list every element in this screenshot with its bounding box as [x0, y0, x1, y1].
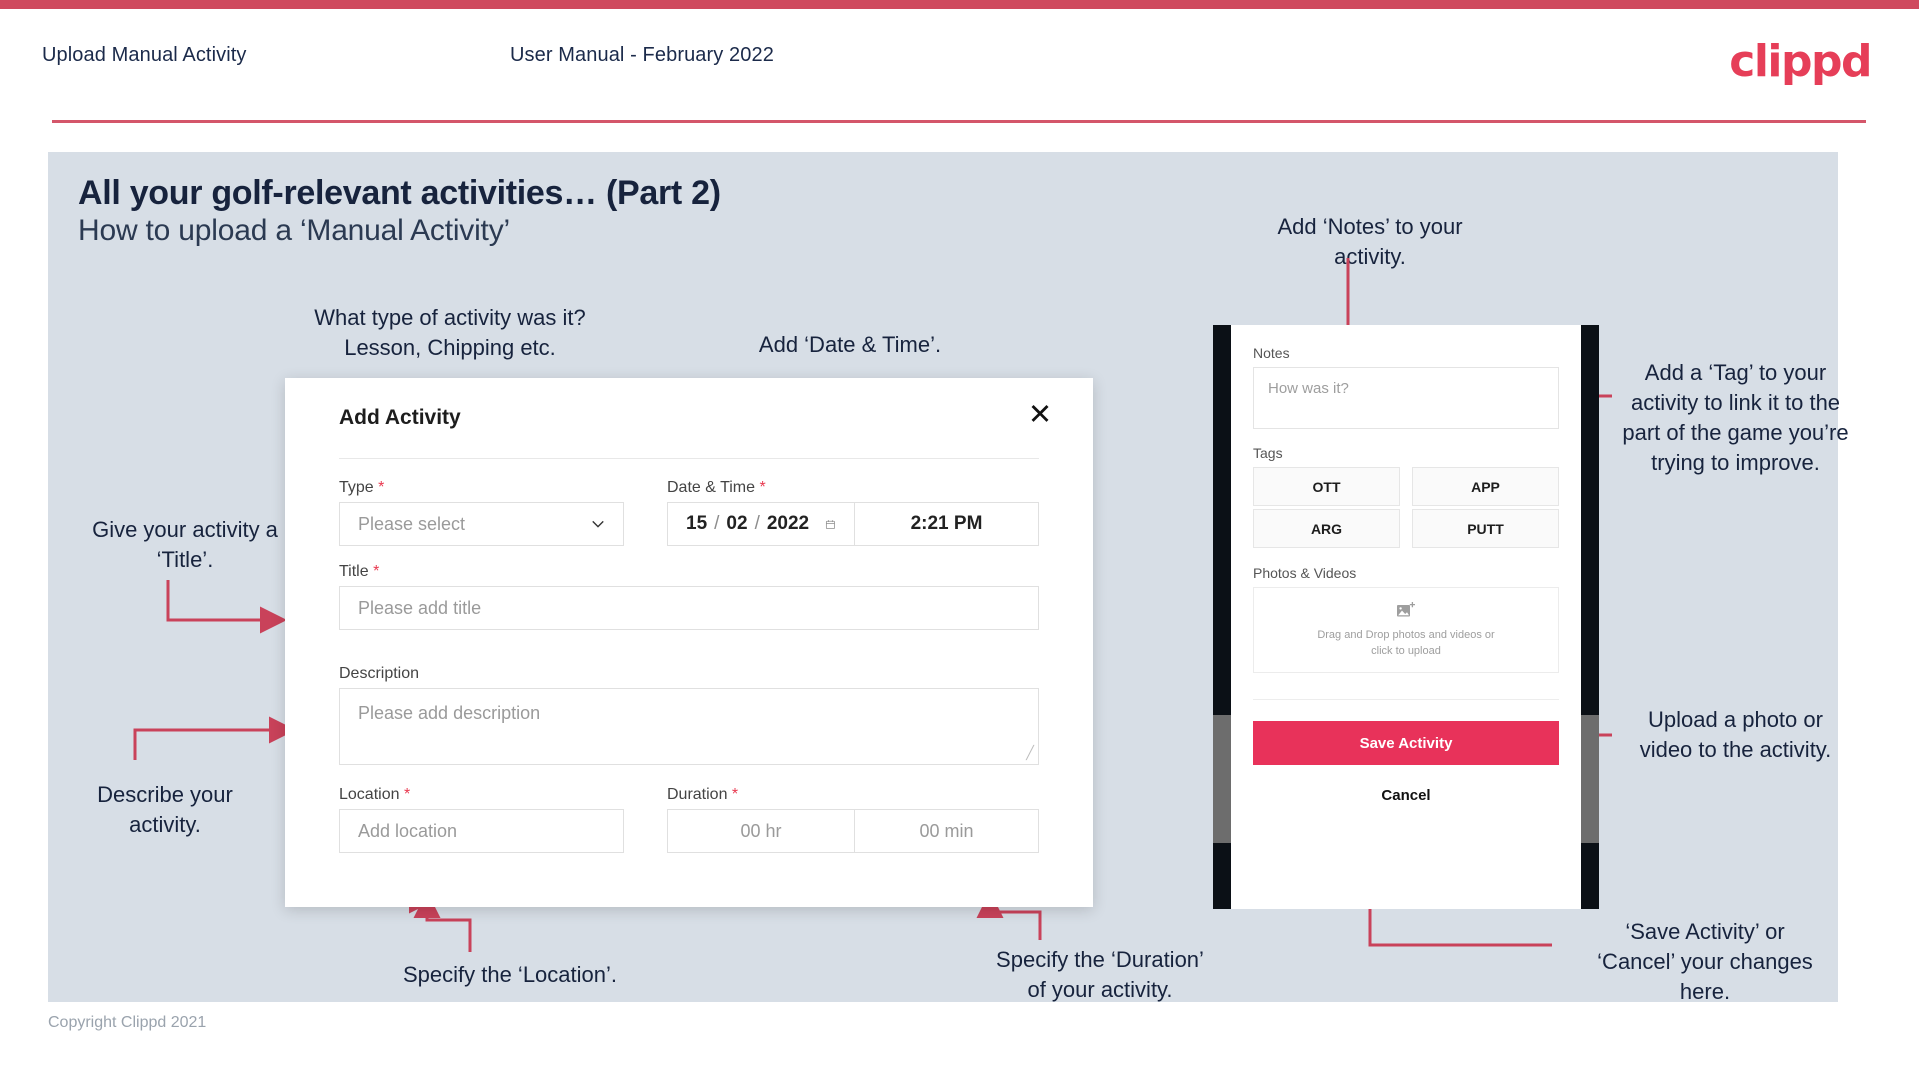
annotation-photos: Upload a photo or video to the activity. — [1639, 707, 1832, 762]
phone-bezel-right — [1581, 325, 1599, 909]
description-textarea[interactable]: Please add description ╱ — [339, 688, 1039, 765]
required-asterisk: * — [727, 786, 739, 803]
type-placeholder: Please select — [358, 513, 466, 534]
duration-label-text: Duration — [667, 786, 728, 803]
date-sep-1: / — [714, 513, 720, 534]
location-input[interactable]: Add location — [339, 809, 624, 853]
annotation-duration: Specify the ‘Duration’ of your activity. — [996, 947, 1204, 1002]
dialog-title: Add Activity — [339, 406, 461, 429]
page-subtitle: How to upload a ‘Manual Activity’ — [78, 214, 510, 247]
required-asterisk: * — [373, 479, 385, 496]
top-accent-bar — [0, 0, 1919, 9]
add-image-icon — [1397, 602, 1415, 617]
mobile-preview: Notes How was it? Tags OTT APP ARG PUTT … — [1213, 325, 1599, 909]
required-asterisk: * — [399, 786, 411, 803]
dropzone-line-2: click to upload — [1371, 645, 1441, 657]
title-label: Title * — [339, 563, 379, 581]
tag-putt-button[interactable]: PUTT — [1412, 509, 1559, 548]
tag-ott-button[interactable]: OTT — [1253, 467, 1400, 506]
title-label-text: Title — [339, 563, 369, 580]
annotation-datetime: Add ‘Date & Time’. — [758, 332, 942, 357]
phone-bezel-right-segment — [1581, 715, 1599, 843]
required-asterisk: * — [368, 563, 380, 580]
annotation-tags: Add a ‘Tag’ to your activity to link it … — [1622, 360, 1849, 475]
cancel-button[interactable]: Cancel — [1253, 777, 1559, 813]
date-field[interactable]: 15 / 02 / 2022 — [667, 502, 855, 546]
type-label-text: Type — [339, 479, 374, 496]
description-label: Description — [339, 665, 420, 682]
header-left-title: Upload Manual Activity — [42, 44, 247, 66]
date-day: 15 — [686, 513, 708, 534]
dialog-header-divider — [339, 458, 1039, 459]
notes-label: Notes — [1253, 345, 1290, 361]
annotation-location: Specify the ‘Location’. — [402, 962, 618, 987]
phone-bezel-left-segment — [1213, 715, 1231, 843]
tag-app-button[interactable]: APP — [1412, 467, 1559, 506]
photos-label: Photos & Videos — [1253, 565, 1357, 581]
time-field[interactable]: 2:21 PM — [855, 502, 1039, 546]
date-sep-2: / — [754, 513, 760, 534]
location-label-text: Location — [339, 786, 400, 803]
annotation-notes: Add ‘Notes’ to your activity. — [1277, 214, 1463, 269]
slide-root: Upload Manual Activity User Manual - Feb… — [0, 0, 1919, 1079]
tags-label: Tags — [1253, 445, 1283, 461]
dropzone-line-1: Drag and Drop photos and videos or — [1317, 629, 1495, 641]
footer-copyright: Copyright Clippd 2021 — [48, 1014, 207, 1031]
add-activity-dialog: Add Activity ✕ Type * Please select Date… — [285, 378, 1093, 907]
phone-bezel-left — [1213, 325, 1231, 909]
location-label: Location * — [339, 786, 410, 804]
date-year: 2022 — [766, 513, 810, 534]
save-activity-button[interactable]: Save Activity — [1253, 721, 1559, 765]
annotation-save: ‘Save Activity’ or ‘Cancel’ your changes h… — [1597, 919, 1813, 1004]
dropzone-text: Drag and Drop photos and videos or click… — [1317, 627, 1494, 659]
chevron-down-icon — [592, 520, 604, 528]
duration-label: Duration * — [667, 786, 738, 804]
duration-hours-input[interactable]: 00 hr — [667, 809, 855, 853]
datetime-label-text: Date & Time — [667, 479, 756, 496]
page-title: All your golf-relevant activities… (Part… — [78, 174, 721, 212]
duration-minutes-input[interactable]: 00 min — [854, 809, 1039, 853]
resize-handle-icon[interactable]: ╱ — [1026, 745, 1034, 761]
datetime-label: Date & Time * — [667, 479, 766, 497]
phone-divider — [1253, 699, 1559, 700]
description-placeholder: Please add description — [358, 703, 541, 723]
header-divider — [52, 120, 1866, 123]
photos-dropzone[interactable]: Drag and Drop photos and videos or click… — [1253, 587, 1559, 673]
type-label: Type * — [339, 479, 384, 497]
annotation-type: What type of activity was it? Lesson, Chi… — [314, 305, 586, 360]
clippd-logo: clippd — [1729, 36, 1872, 87]
close-icon[interactable]: ✕ — [1023, 398, 1057, 432]
type-select[interactable]: Please select — [339, 502, 624, 546]
header-center-title: User Manual - February 2022 — [510, 44, 774, 66]
notes-textarea[interactable]: How was it? — [1253, 367, 1559, 429]
tag-arg-button[interactable]: ARG — [1253, 509, 1400, 548]
calendar-icon[interactable] — [825, 515, 836, 534]
phone-screen: Notes How was it? Tags OTT APP ARG PUTT … — [1231, 325, 1581, 909]
annotation-description: Describe your activity. — [97, 782, 233, 837]
required-asterisk: * — [755, 479, 766, 496]
date-month: 02 — [726, 513, 748, 534]
title-input[interactable]: Please add title — [339, 586, 1039, 630]
